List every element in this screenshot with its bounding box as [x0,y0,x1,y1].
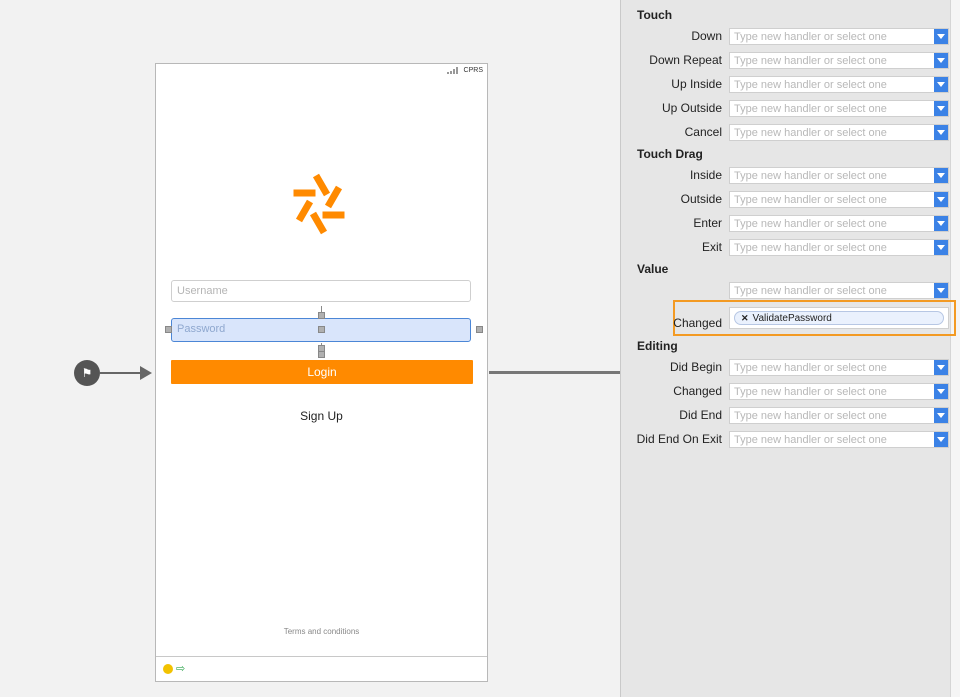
close-icon[interactable]: ✕ [741,313,749,323]
handler-input-down-repeat[interactable] [730,53,938,68]
section-editing-title: Editing [637,339,678,353]
flag-icon[interactable]: ⚑ [74,360,100,386]
handler-input-up-inside[interactable] [730,77,938,92]
top-resize-handle[interactable] [318,312,325,319]
exit-icon[interactable]: ⇨ [176,663,188,675]
segue-line[interactable] [489,371,620,374]
signal-icon [446,67,458,74]
chevron-down-icon[interactable] [934,53,948,68]
chevron-down-icon[interactable] [934,432,948,447]
handler-combo-did-end[interactable] [729,407,949,424]
handler-input-down[interactable] [730,29,938,44]
right-resize-handle[interactable] [476,326,483,333]
login-button[interactable]: Login [171,360,473,384]
handler-input-did-begin[interactable] [730,360,938,375]
handler-input-editing-changed[interactable] [730,384,938,399]
chevron-down-icon[interactable] [934,29,948,44]
handler-input-exit[interactable] [730,240,938,255]
terms-link[interactable]: Terms and conditions [156,627,487,636]
event-label-outside: Outside [680,192,722,206]
handler-combo-up-inside[interactable] [729,76,949,93]
password-placeholder: Password [177,323,226,335]
username-field[interactable]: Username [171,280,471,302]
left-resize-handle[interactable] [165,326,172,333]
handler-combo-did-begin[interactable] [729,359,949,376]
section-value-title: Value [637,262,669,276]
handler-input-outside[interactable] [730,192,938,207]
handler-combo-up-outside[interactable] [729,100,949,117]
event-label-cancel: Cancel [684,125,722,139]
chevron-down-icon[interactable] [934,216,948,231]
view-controller-icon[interactable] [163,664,173,674]
username-placeholder: Username [177,285,228,297]
app-logo-icon [293,173,345,235]
chevron-down-icon[interactable] [934,192,948,207]
events-panel: Touch Down Down Repeat Up Inside Up Outs… [620,0,960,697]
chevron-down-icon[interactable] [934,240,948,255]
handler-combo-cancel[interactable] [729,124,949,141]
bottom-resize-handle-2[interactable] [318,351,325,358]
handler-combo-editing-changed[interactable] [729,383,949,400]
event-label-enter: Enter [693,216,722,230]
event-label-up-inside: Up Inside [671,77,722,91]
chevron-down-icon[interactable] [934,125,948,140]
chevron-down-icon[interactable] [934,283,948,298]
handler-token[interactable]: ✕ ValidatePassword [734,311,944,325]
event-label-up-outside: Up Outside [661,101,722,115]
panel-scrollbar[interactable] [950,0,960,697]
handler-input-inside[interactable] [730,168,938,183]
chevron-down-icon[interactable] [934,408,948,423]
handler-combo-did-end-on-exit[interactable] [729,431,949,448]
chevron-down-icon[interactable] [934,168,948,183]
handler-combo-down[interactable] [729,28,949,45]
event-label-did-end-on-exit: Did End On Exit [636,432,722,446]
signup-button[interactable]: Sign Up [156,409,487,423]
chevron-down-icon[interactable] [934,101,948,116]
chevron-down-icon[interactable] [934,384,948,399]
handler-input-value-new[interactable] [730,283,938,298]
carrier-label: CPRS [463,67,483,74]
chevron-down-icon[interactable] [934,360,948,375]
handler-combo-inside[interactable] [729,167,949,184]
storyboard-canvas[interactable]: ⚑ CPRS Username Password Login Sign Up T… [0,0,620,697]
handler-input-did-end[interactable] [730,408,938,423]
entry-arrow-head [140,366,152,380]
view-controller-scene[interactable]: CPRS Username Password Login Sign Up Ter… [155,63,488,682]
chevron-down-icon[interactable] [934,77,948,92]
handler-combo-value-new[interactable] [729,282,949,299]
event-label-editing-changed: Changed [673,384,722,398]
handler-input-enter[interactable] [730,216,938,231]
handler-combo-outside[interactable] [729,191,949,208]
handler-token-label: ValidatePassword [752,313,832,324]
event-label-value-changed: Changed [673,316,722,330]
scene-dock: ⇨ [156,656,487,681]
handler-combo-down-repeat[interactable] [729,52,949,69]
handler-input-cancel[interactable] [730,125,938,140]
event-label-exit: Exit [701,240,722,254]
event-label-did-begin: Did Begin [669,360,722,374]
event-label-did-end: Did End [679,408,722,422]
handler-combo-exit[interactable] [729,239,949,256]
handler-input-up-outside[interactable] [730,101,938,116]
section-touch-drag-title: Touch Drag [637,147,703,161]
event-label-inside: Inside [689,168,722,182]
event-label-down: Down [691,29,722,43]
handler-input-did-end-on-exit[interactable] [730,432,938,447]
center-resize-handle[interactable] [318,326,325,333]
event-label-down-repeat: Down Repeat [649,53,722,67]
status-bar: CPRS [446,67,483,74]
section-touch-title: Touch [637,8,673,22]
handler-token-field[interactable]: ✕ ValidatePassword [729,307,949,329]
handler-combo-enter[interactable] [729,215,949,232]
